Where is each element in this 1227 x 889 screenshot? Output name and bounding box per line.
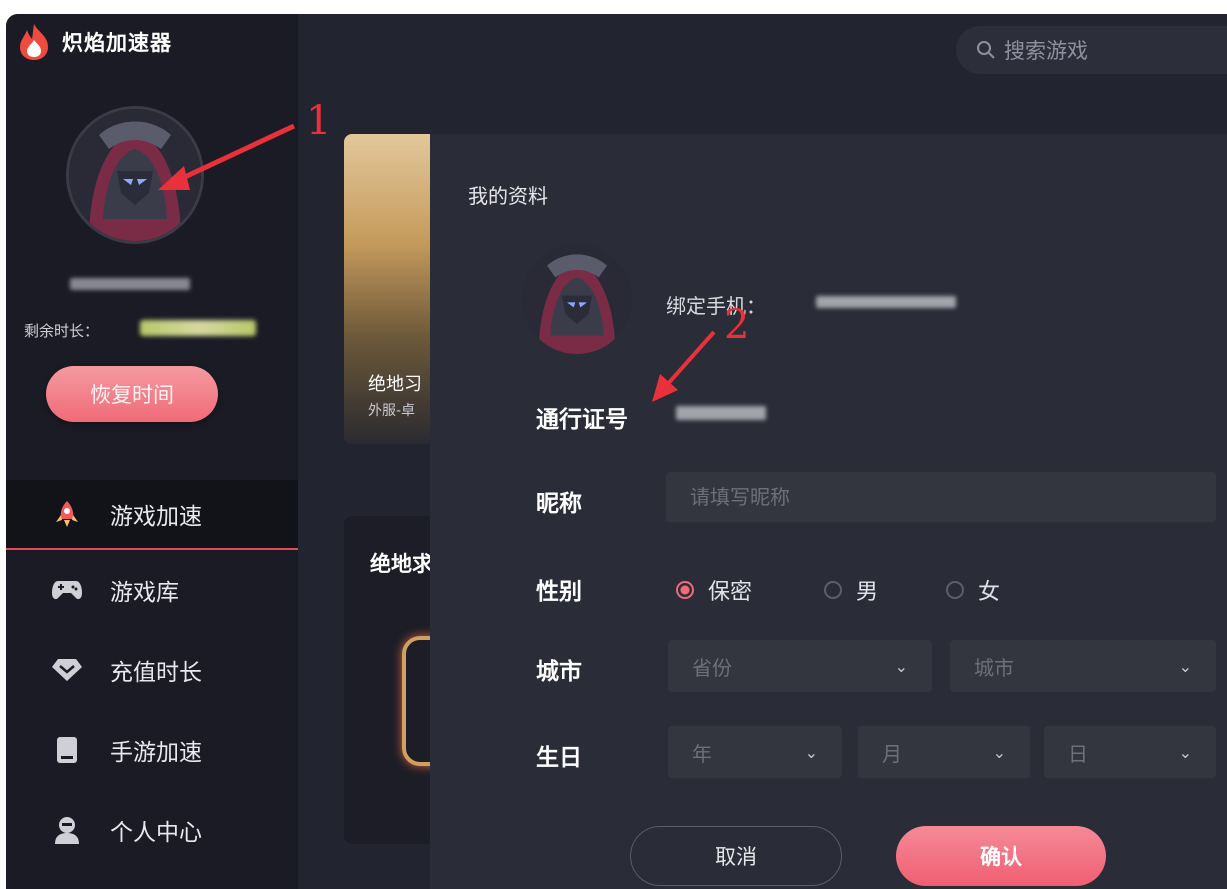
year-placeholder: 年 [692, 741, 712, 766]
game-card-title: 绝地习 [368, 374, 422, 395]
sidebar-nav: 游戏加速 游戏库 充值时长 手游加速 个人中心 [6, 480, 298, 870]
nav-game-accel[interactable]: 游戏加速 [6, 480, 298, 550]
flame-logo-icon [20, 24, 48, 60]
confirm-button[interactable]: 确认 [896, 826, 1106, 886]
avatar-image [69, 109, 201, 241]
radio-checked-icon [676, 581, 694, 599]
game-panel: 绝地求 [344, 516, 462, 844]
user-avatar[interactable] [66, 106, 204, 244]
search-icon [977, 41, 995, 59]
bind-phone-label: 绑定手机： [666, 294, 766, 318]
app-logo: 炽焰加速器 [16, 22, 172, 62]
gender-option-label: 保密 [708, 580, 753, 605]
chevron-down-icon: ⌄ [894, 656, 908, 676]
avatar-image [522, 244, 632, 354]
username-hidden [70, 278, 190, 290]
annotation-step-2: 2 [724, 302, 750, 348]
remaining-time-label: 剩余时长： [24, 322, 100, 340]
gender-option-female[interactable]: 女 [946, 574, 1000, 606]
nav-recharge[interactable]: 充值时长 [6, 630, 298, 710]
search-placeholder: 搜索游戏 [1004, 39, 1088, 63]
birthday-label: 生日 [536, 745, 582, 771]
nav-label: 游戏加速 [110, 504, 202, 530]
sidebar: 炽焰加速器 剩余时长： 恢复时间 游戏加速 游戏库 充值时长 手游加速 个人中心 [6, 14, 298, 889]
month-select[interactable]: 月 ⌄ [858, 726, 1030, 778]
city-select[interactable]: 城市 ⌄ [950, 640, 1216, 692]
chevron-down-icon: ⌄ [992, 742, 1006, 762]
profile-avatar[interactable] [522, 244, 632, 354]
chevron-down-icon: ⌄ [1178, 742, 1192, 762]
nav-label: 游戏库 [110, 580, 179, 606]
radio-unchecked-icon [946, 581, 964, 599]
nav-game-library[interactable]: 游戏库 [6, 550, 298, 630]
nickname-input[interactable] [666, 472, 1216, 522]
remaining-time-value [140, 320, 256, 336]
restore-time-button[interactable]: 恢复时间 [46, 366, 218, 422]
phone-hidden [816, 296, 956, 308]
profile-modal: 我的资料 绑定手机： 通行证号 昵称 性别 保密 男 [430, 134, 1227, 889]
gender-label: 性别 [536, 579, 582, 605]
nav-label: 充值时长 [110, 660, 202, 686]
province-select[interactable]: 省份 ⌄ [668, 640, 932, 692]
app-name: 炽焰加速器 [62, 31, 172, 55]
app-window: 炽焰加速器 剩余时长： 恢复时间 游戏加速 游戏库 充值时长 手游加速 个人中心… [6, 14, 1227, 889]
nav-mobile-accel[interactable]: 手游加速 [6, 710, 298, 790]
gamepad-icon [52, 575, 82, 605]
game-panel-title: 绝地求 [370, 552, 433, 576]
radio-unchecked-icon [824, 581, 842, 599]
nickname-label: 昵称 [536, 491, 582, 517]
user-icon [52, 815, 82, 845]
cancel-button[interactable]: 取消 [630, 826, 842, 886]
phone-icon [52, 735, 82, 765]
gender-option-secret[interactable]: 保密 [676, 574, 752, 606]
nav-label: 手游加速 [110, 740, 202, 766]
day-placeholder: 日 [1068, 741, 1088, 766]
province-placeholder: 省份 [692, 655, 732, 680]
nav-personal-center[interactable]: 个人中心 [6, 790, 298, 870]
city-placeholder: 城市 [974, 655, 1014, 680]
chevron-down-icon: ⌄ [1178, 656, 1192, 676]
gender-option-label: 女 [978, 580, 1001, 605]
gender-option-male[interactable]: 男 [824, 574, 878, 606]
chevron-down-icon: ⌄ [804, 742, 818, 762]
nav-label: 个人中心 [110, 820, 202, 846]
rocket-icon [52, 499, 82, 529]
passport-hidden [676, 406, 766, 420]
search-box[interactable]: 搜索游戏 [956, 26, 1227, 74]
day-select[interactable]: 日 ⌄ [1044, 726, 1216, 778]
modal-title: 我的资料 [468, 184, 548, 208]
month-placeholder: 月 [882, 741, 902, 766]
game-card[interactable]: 绝地习 外服-卓 [344, 134, 444, 444]
year-select[interactable]: 年 ⌄ [668, 726, 842, 778]
game-card-subtitle: 外服-卓 [368, 403, 416, 419]
passport-label: 通行证号 [536, 407, 628, 433]
annotation-step-1: 1 [306, 98, 332, 144]
gender-option-label: 男 [856, 580, 879, 605]
diamond-icon [52, 655, 82, 685]
city-label: 城市 [536, 659, 582, 685]
